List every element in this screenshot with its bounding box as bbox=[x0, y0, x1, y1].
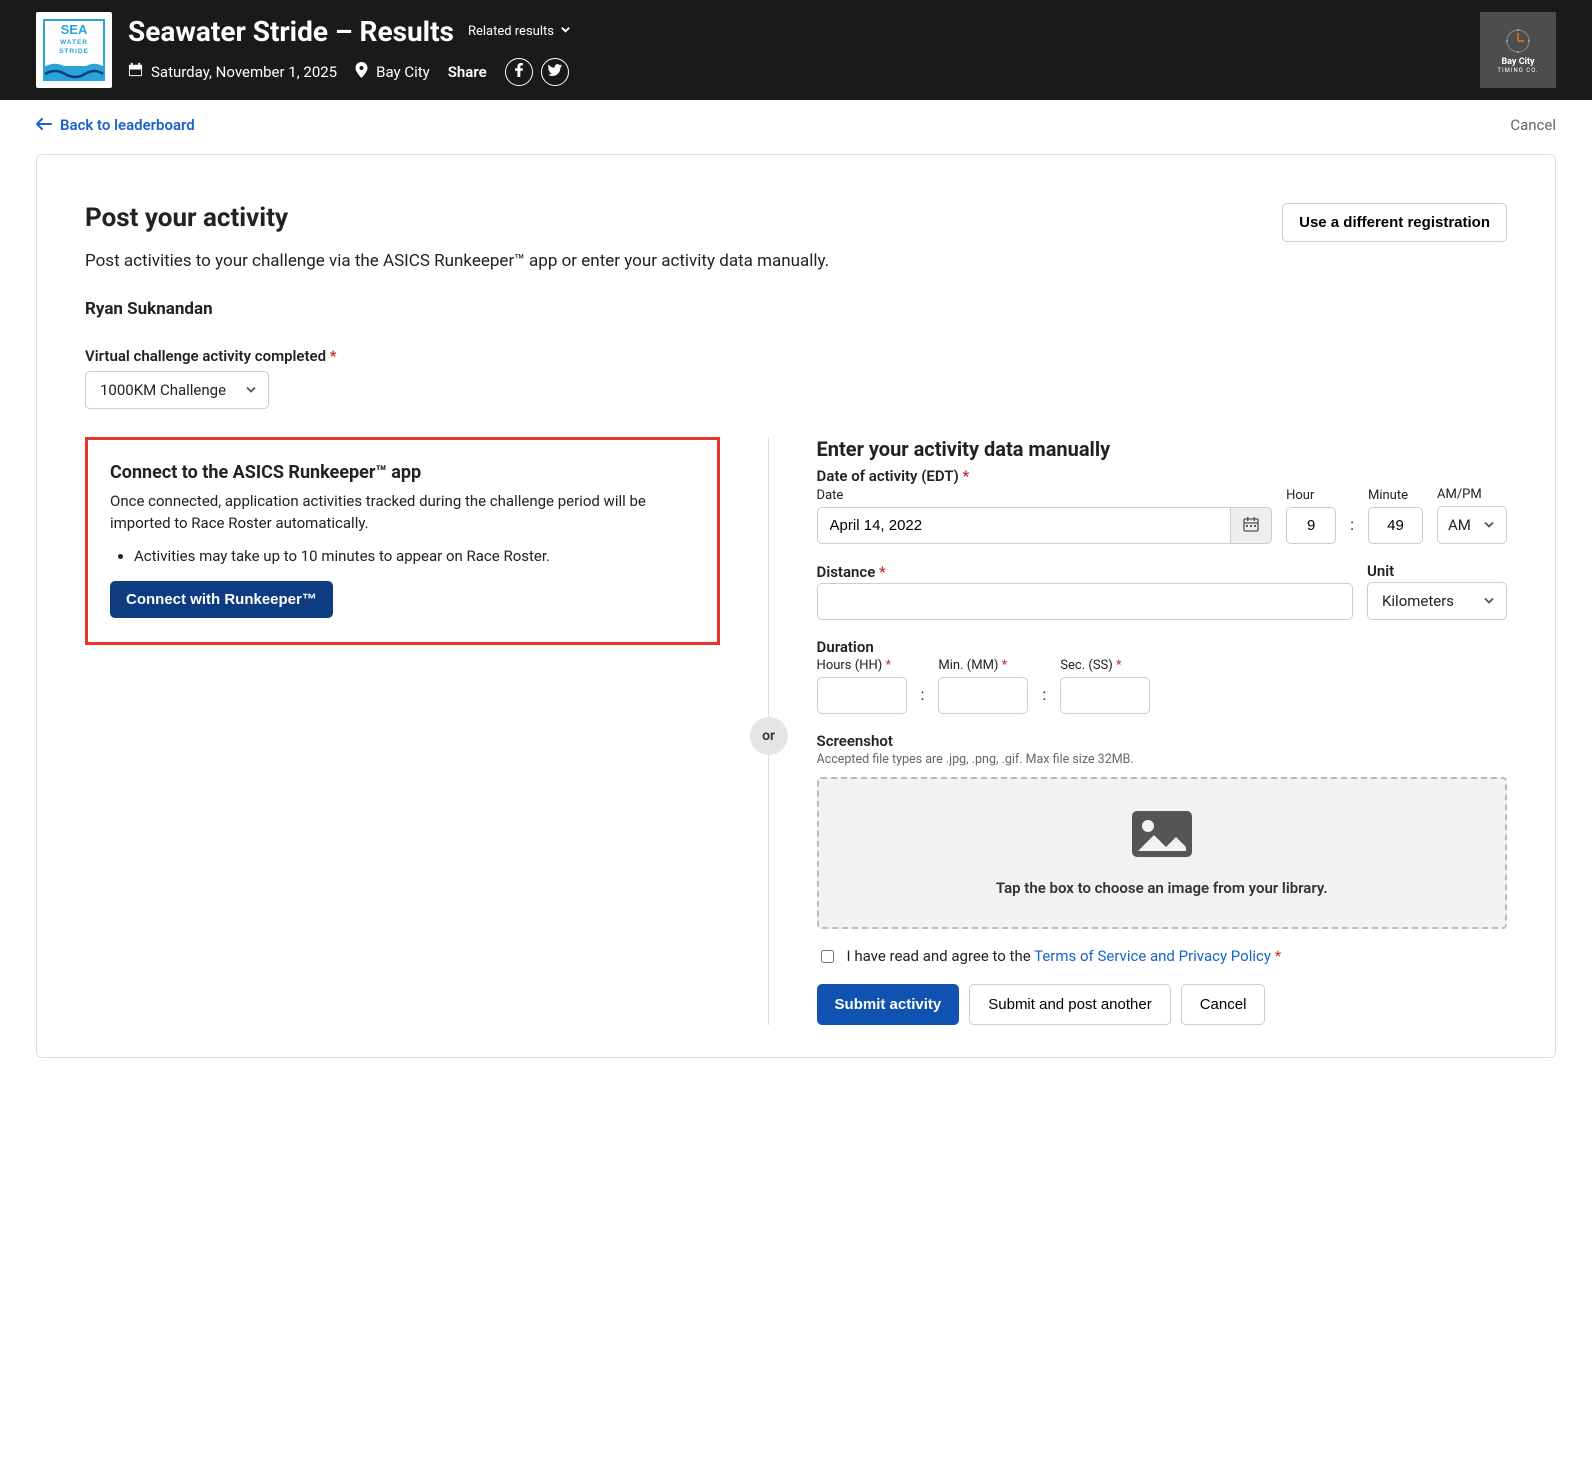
cancel-top-link[interactable]: Cancel bbox=[1510, 116, 1556, 134]
screenshot-dropzone[interactable]: Tap the box to choose an image from your… bbox=[817, 777, 1507, 929]
date-picker-button[interactable] bbox=[1231, 507, 1272, 544]
challenge-label: Virtual challenge activity completed * bbox=[85, 347, 1507, 365]
calendar-icon bbox=[128, 62, 143, 81]
submit-and-post-another-button[interactable]: Submit and post another bbox=[969, 984, 1170, 1025]
svg-text:STRIDE: STRIDE bbox=[59, 48, 89, 55]
chevron-down-icon bbox=[560, 24, 571, 39]
date-of-activity-label: Date of activity (EDT) * bbox=[817, 467, 1507, 485]
share-twitter-button[interactable] bbox=[541, 58, 569, 86]
terms-text: I have read and agree to the Terms of Se… bbox=[847, 947, 1282, 965]
unit-label: Unit bbox=[1367, 562, 1507, 580]
app-header: SEA WATER STRIDE Seawater Stride – Resul… bbox=[0, 0, 1592, 100]
terms-link[interactable]: Terms of Service and Privacy Policy bbox=[1034, 947, 1271, 965]
manual-entry-title: Enter your activity data manually bbox=[817, 437, 1507, 461]
unit-select[interactable]: Kilometers bbox=[1367, 582, 1507, 620]
related-results-dropdown[interactable]: Related results bbox=[468, 24, 571, 39]
date-input[interactable] bbox=[817, 507, 1232, 544]
location-pin-icon bbox=[355, 62, 368, 82]
related-results-label: Related results bbox=[468, 24, 554, 39]
share-label: Share bbox=[448, 63, 487, 81]
terms-checkbox[interactable] bbox=[821, 950, 834, 963]
svg-text:WATER: WATER bbox=[60, 39, 88, 46]
facebook-icon bbox=[512, 63, 526, 81]
connect-runkeeper-button[interactable]: Connect with Runkeeper™ bbox=[110, 581, 333, 618]
distance-input[interactable] bbox=[817, 583, 1353, 620]
event-location: Bay City bbox=[355, 62, 430, 82]
event-date: Saturday, November 1, 2025 bbox=[128, 62, 337, 81]
duration-minutes-input[interactable] bbox=[938, 677, 1028, 714]
screenshot-label: Screenshot bbox=[817, 732, 1507, 750]
share-facebook-button[interactable] bbox=[505, 58, 533, 86]
arrow-left-icon bbox=[36, 116, 52, 134]
runkeeper-title: Connect to the ASICS Runkeeper™ app bbox=[110, 462, 695, 483]
event-logo: SEA WATER STRIDE bbox=[36, 12, 112, 88]
page-description: Post activities to your challenge via th… bbox=[85, 251, 1507, 271]
cancel-button[interactable]: Cancel bbox=[1181, 984, 1266, 1025]
runkeeper-description: Once connected, application activities t… bbox=[110, 491, 695, 535]
distance-label: Distance * bbox=[817, 563, 1353, 581]
timing-company-logo: Bay City TIMING CO. bbox=[1480, 12, 1556, 88]
runkeeper-connect-box: Connect to the ASICS Runkeeper™ app Once… bbox=[85, 437, 720, 645]
ampm-select[interactable]: AM bbox=[1437, 506, 1507, 544]
event-title: Seawater Stride – Results bbox=[128, 15, 454, 48]
duration-hours-input[interactable] bbox=[817, 677, 907, 714]
duration-seconds-input[interactable] bbox=[1060, 677, 1150, 714]
hour-input[interactable] bbox=[1286, 507, 1336, 544]
page-title: Post your activity bbox=[85, 203, 288, 233]
svg-text:SEA: SEA bbox=[61, 22, 88, 37]
calendar-icon bbox=[1243, 516, 1259, 536]
submit-activity-button[interactable]: Submit activity bbox=[817, 984, 960, 1025]
challenge-select[interactable]: 1000KM Challenge bbox=[85, 371, 269, 409]
minute-input[interactable] bbox=[1368, 507, 1423, 544]
use-different-registration-button[interactable]: Use a different registration bbox=[1282, 203, 1507, 242]
runkeeper-note: Activities may take up to 10 minutes to … bbox=[134, 547, 695, 565]
file-type-hint: Accepted file types are .jpg, .png, .gif… bbox=[817, 752, 1507, 767]
image-icon bbox=[1130, 809, 1194, 863]
user-name: Ryan Suknandan bbox=[85, 299, 1507, 319]
twitter-icon bbox=[548, 63, 562, 81]
main-card: Post your activity Use a different regis… bbox=[36, 154, 1556, 1058]
or-divider: or bbox=[750, 717, 788, 755]
duration-label: Duration bbox=[817, 638, 1507, 656]
back-to-leaderboard-link[interactable]: Back to leaderboard bbox=[36, 116, 195, 134]
